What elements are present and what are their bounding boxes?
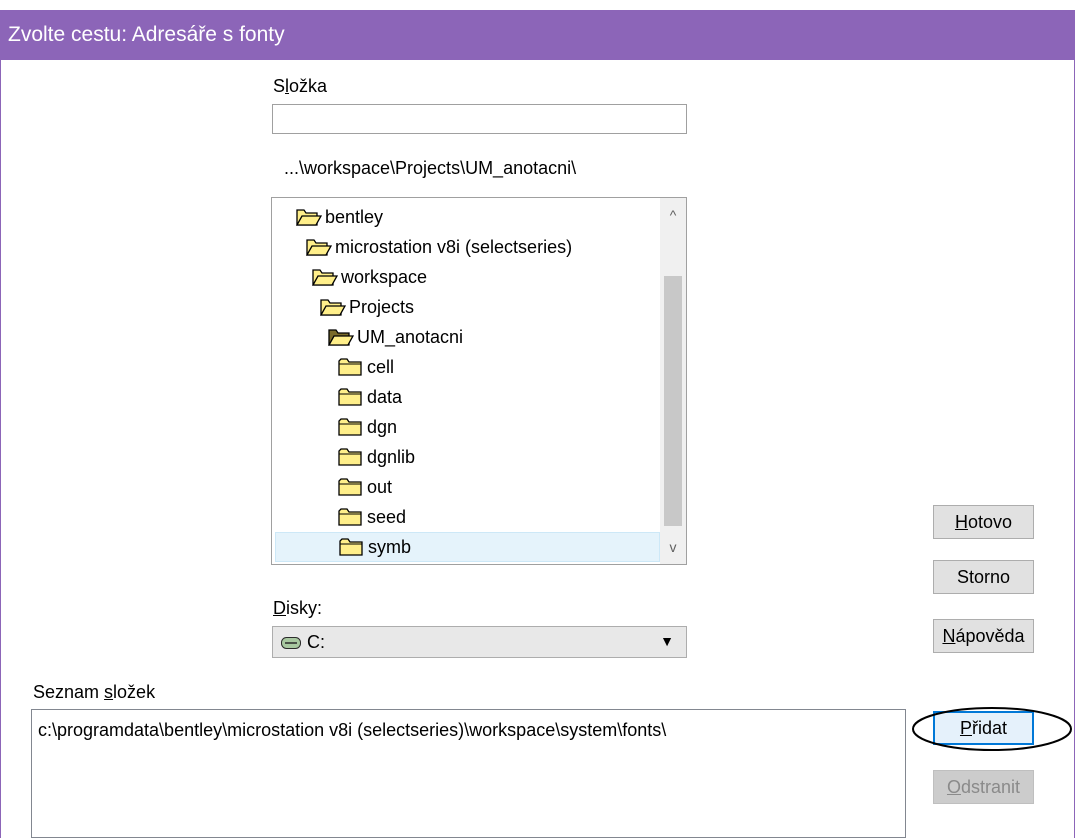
tree-item-bentley[interactable]: bentley (296, 202, 383, 232)
scroll-thumb[interactable] (664, 276, 682, 526)
folder-closed-icon (339, 538, 363, 556)
tree-item-label: UM_anotacni (357, 327, 464, 347)
folder-list-item[interactable]: c:\programdata\bentley\microstation v8i … (38, 720, 666, 741)
folder-open-icon (320, 299, 346, 316)
tree-item-cell[interactable]: cell (338, 352, 394, 382)
cancel-button[interactable]: Storno (933, 560, 1034, 594)
drive-icon (281, 637, 301, 649)
folder-closed-icon (338, 508, 362, 526)
disks-value: C: (307, 632, 325, 652)
tree-item-label: data (367, 387, 403, 407)
disks-label: Disky: (273, 598, 322, 618)
folder-list-label: Seznam složek (33, 682, 156, 702)
folder-open-icon (312, 269, 338, 286)
window-title: Zvolte cestu: Adresáře s fonty (8, 23, 285, 46)
tree-item-label: symb (368, 537, 412, 557)
folder-closed-icon (338, 448, 362, 466)
folder-closed-icon (338, 388, 362, 406)
tree-item-label: dgn (367, 417, 398, 437)
folder-closed-icon (338, 478, 362, 496)
tree-item-data[interactable]: data (338, 382, 402, 412)
tree-item-label: seed (367, 507, 407, 527)
folder-closed-icon (338, 358, 362, 376)
tree-item-out[interactable]: out (338, 472, 392, 502)
scroll-down-arrow-icon[interactable]: v (660, 534, 686, 560)
current-path: ...\workspace\Projects\UM_anotacni\ (284, 158, 577, 178)
folder-tree[interactable]: bentley microstation v8i (selectseries) wo… (271, 197, 687, 565)
remove-button: Odstranit (933, 770, 1034, 804)
tree-item-workspace[interactable]: workspace (312, 262, 427, 292)
tree-item-label: dgnlib (367, 447, 416, 467)
tree-item-um-anotacni[interactable]: UM_anotacni (328, 322, 463, 352)
done-button[interactable]: Hotovo (933, 505, 1034, 539)
folder-input[interactable] (272, 104, 687, 134)
tree-item-dgn[interactable]: dgn (338, 412, 397, 442)
tree-item-symb[interactable]: symb (275, 532, 660, 562)
folder-closed-icon (338, 418, 362, 436)
tree-scrollbar[interactable]: ^ v (660, 198, 686, 564)
tree-item-dgnlib[interactable]: dgnlib (338, 442, 415, 472)
tree-item-seed[interactable]: seed (338, 502, 406, 532)
tree-item-label: out (367, 477, 393, 497)
scroll-up-arrow-icon[interactable]: ^ (660, 202, 686, 228)
window-titlebar[interactable]: Zvolte cestu: Adresáře s fonty (0, 10, 1075, 60)
folder-open-icon (306, 239, 332, 256)
tree-item-label: microstation v8i (selectseries) (335, 237, 573, 257)
disks-dropdown[interactable]: C: ▼ (272, 626, 687, 658)
help-button[interactable]: Nápověda (933, 619, 1034, 653)
folder-field-label: Složka (273, 76, 328, 96)
folder-open-icon (328, 329, 354, 346)
annotation-ellipse (912, 707, 1072, 751)
tree-item-label: Projects (349, 297, 415, 317)
dropdown-arrow-icon: ▼ (660, 633, 674, 649)
tree-item-microstation-v8i-selectseries[interactable]: microstation v8i (selectseries) (306, 232, 572, 262)
tree-item-label: workspace (341, 267, 428, 287)
folder-open-icon (296, 209, 322, 226)
tree-item-label: bentley (325, 207, 384, 227)
folder-list[interactable]: c:\programdata\bentley\microstation v8i … (31, 709, 906, 838)
tree-item-projects[interactable]: Projects (320, 292, 414, 322)
tree-item-label: cell (367, 357, 395, 377)
